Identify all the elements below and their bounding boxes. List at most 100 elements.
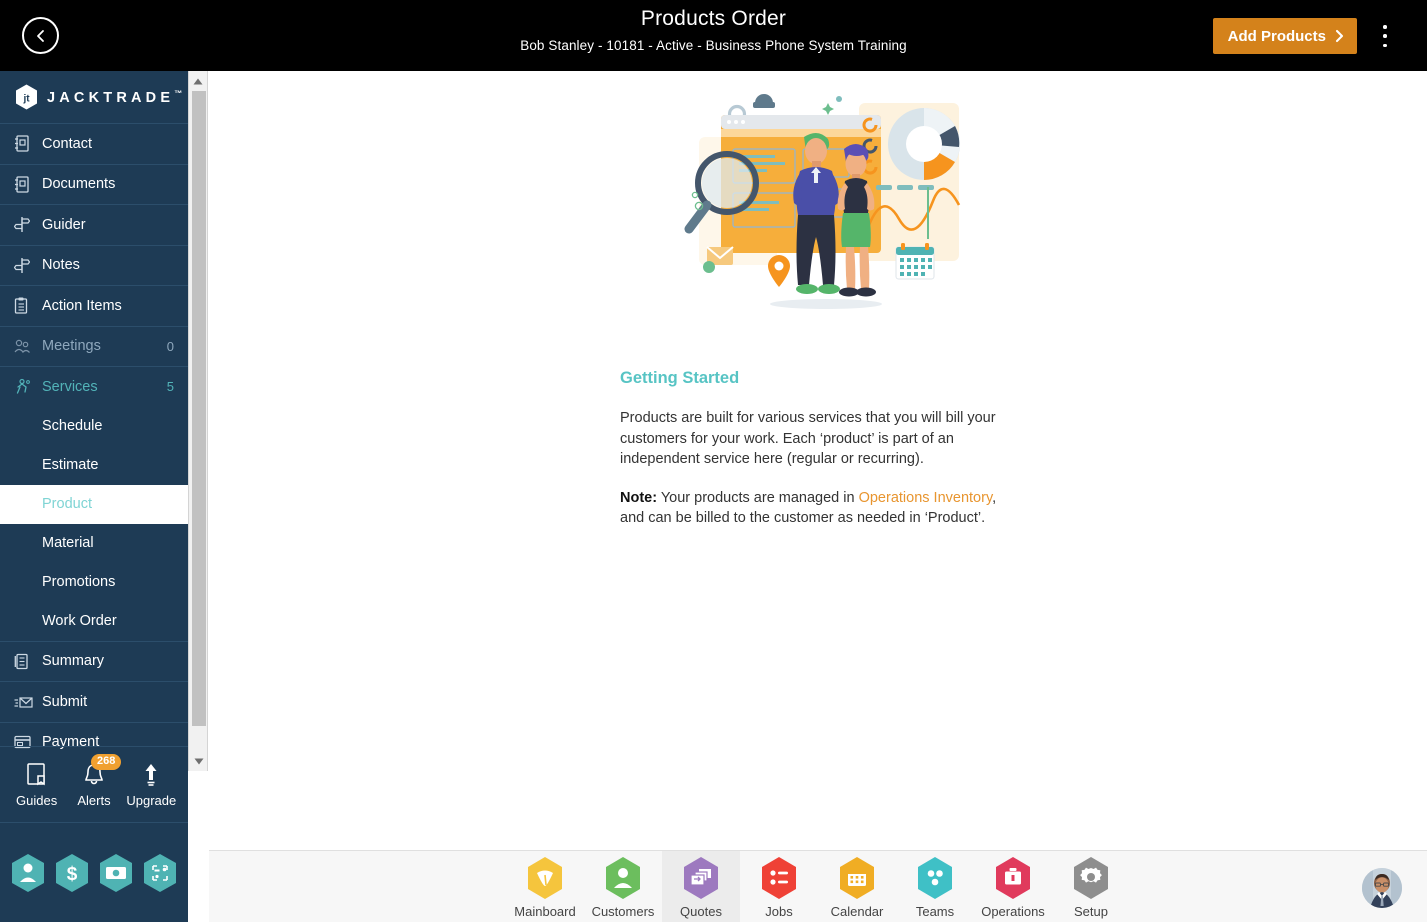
brand-logo[interactable]: jt JACKTRADE™ bbox=[0, 71, 188, 123]
scrollbar-thumb[interactable] bbox=[192, 91, 206, 726]
book-icon bbox=[26, 762, 45, 785]
sidebar-hex-shortcuts: $ bbox=[0, 823, 188, 922]
sidebar-nav: Contact Documents Guider Notes Action It… bbox=[0, 123, 188, 798]
sidebar-subitem-schedule[interactable]: Schedule bbox=[0, 407, 188, 446]
scroll-down-arrow-icon bbox=[194, 758, 204, 764]
alerts-label: Alerts bbox=[77, 792, 111, 808]
services-icon bbox=[14, 378, 36, 395]
sidebar-subitem-label: Work Order bbox=[42, 613, 117, 629]
sidebar: jt JACKTRADE™ Contact Documents Guider N… bbox=[0, 71, 188, 922]
sidebar-quick-actions: Guides 268 Alerts Upgrade bbox=[0, 746, 188, 823]
tab-mainboard[interactable]: Mainboard bbox=[506, 851, 584, 922]
jacktrade-hex-icon: jt bbox=[16, 84, 37, 110]
alerts-button[interactable]: 268 Alerts bbox=[67, 753, 122, 808]
chevron-right-icon bbox=[1335, 29, 1344, 43]
tab-quotes[interactable]: Quotes bbox=[662, 851, 740, 922]
sidebar-item-contact[interactable]: Contact bbox=[0, 123, 188, 164]
operations-hex-icon bbox=[996, 856, 1030, 899]
kebab-dot bbox=[1383, 34, 1387, 38]
add-products-button[interactable]: Add Products bbox=[1212, 18, 1357, 54]
note-before: Your products are managed in bbox=[657, 489, 859, 506]
scroll-down-button[interactable] bbox=[189, 751, 209, 771]
sidebar-item-guider[interactable]: Guider bbox=[0, 204, 188, 245]
scroll-up-button[interactable] bbox=[189, 71, 207, 91]
tab-label: Setup bbox=[1074, 903, 1108, 919]
sidebar-item-count: 0 bbox=[166, 338, 174, 354]
clipboard-icon bbox=[14, 297, 36, 314]
documents-icon bbox=[14, 176, 36, 193]
svg-text:jt: jt bbox=[22, 94, 30, 105]
customers-hex-icon bbox=[606, 856, 640, 899]
sidebar-scrollbar[interactable] bbox=[188, 71, 208, 771]
jobs-hex-icon bbox=[762, 856, 796, 899]
app-root: Products Order Bob Stanley - 10181 - Act… bbox=[0, 0, 1427, 922]
person-hex-icon[interactable] bbox=[10, 853, 46, 893]
sidebar-subitem-label: Product bbox=[42, 496, 92, 512]
workflow-hex-icon[interactable] bbox=[142, 853, 178, 893]
tab-label: Calendar bbox=[830, 903, 884, 919]
overflow-menu-button[interactable] bbox=[1375, 22, 1395, 50]
intro-paragraph: Products are built for various services … bbox=[620, 410, 996, 467]
svg-text:$: $ bbox=[67, 864, 78, 885]
sidebar-item-label: Contact bbox=[42, 135, 92, 152]
add-products-label: Add Products bbox=[1227, 27, 1326, 45]
setup-hex-icon bbox=[1074, 856, 1108, 899]
tab-label: Teams bbox=[915, 903, 955, 919]
kebab-dot bbox=[1383, 43, 1387, 47]
tab-customers[interactable]: Customers bbox=[584, 851, 662, 922]
avatar-photo bbox=[1362, 868, 1402, 908]
sidebar-subitem-label: Schedule bbox=[42, 418, 103, 434]
scroll-up-arrow-icon bbox=[193, 78, 203, 84]
sidebar-item-meetings[interactable]: Meetings 0 bbox=[0, 325, 188, 367]
upgrade-button[interactable]: Upgrade bbox=[124, 762, 178, 808]
sidebar-item-services[interactable]: Services 5 bbox=[0, 366, 188, 407]
tab-teams[interactable]: Teams bbox=[896, 851, 974, 922]
bottom-nav-bar: Mainboard Customers Quotes Jobs Calendar… bbox=[209, 850, 1427, 922]
sidebar-subitem-promotions[interactable]: Promotions bbox=[0, 563, 188, 602]
people-dashboard-analytics-illustration bbox=[684, 94, 961, 309]
sidebar-subitem-product[interactable]: Product bbox=[0, 484, 188, 524]
tab-jobs[interactable]: Jobs bbox=[740, 851, 818, 922]
guides-button[interactable]: Guides bbox=[10, 762, 64, 808]
sidebar-subitem-label: Material bbox=[42, 535, 94, 551]
upgrade-label: Upgrade bbox=[126, 792, 177, 808]
tab-label: Mainboard bbox=[514, 903, 576, 919]
sidebar-subitem-estimate[interactable]: Estimate bbox=[0, 446, 188, 485]
sidebar-subitem-work-order[interactable]: Work Order bbox=[0, 602, 188, 641]
mainboard-hex-icon bbox=[528, 856, 562, 899]
operations-inventory-link[interactable]: Operations Inventory bbox=[859, 490, 993, 506]
sidebar-item-label: Guider bbox=[42, 216, 86, 233]
tab-label: Jobs bbox=[765, 903, 793, 919]
top-bar: Products Order Bob Stanley - 10181 - Act… bbox=[0, 0, 1427, 71]
sidebar-item-submit[interactable]: Submit bbox=[0, 681, 188, 722]
kebab-dot bbox=[1383, 25, 1387, 29]
sidebar-item-label: Notes bbox=[42, 257, 80, 274]
sidebar-item-action-items[interactable]: Action Items bbox=[0, 285, 188, 326]
note-label: Note: bbox=[620, 489, 658, 506]
meetings-icon bbox=[14, 338, 36, 354]
bottom-tabs: Mainboard Customers Quotes Jobs Calendar… bbox=[209, 851, 1427, 922]
quotes-hex-icon bbox=[684, 856, 718, 899]
brand-name: JACKTRADE™ bbox=[47, 88, 183, 106]
tab-operations[interactable]: Operations bbox=[974, 851, 1052, 922]
sidebar-subitem-material[interactable]: Material bbox=[0, 524, 188, 563]
alerts-badge: 268 bbox=[90, 753, 122, 770]
getting-started-heading: Getting Started bbox=[620, 369, 740, 387]
sidebar-item-summary[interactable]: Summary bbox=[0, 640, 188, 682]
submit-mail-icon bbox=[14, 695, 36, 709]
teams-hex-icon bbox=[918, 856, 952, 899]
tab-setup[interactable]: Setup bbox=[1052, 851, 1130, 922]
money-hex-icon[interactable] bbox=[98, 853, 134, 893]
dollar-hex-icon[interactable]: $ bbox=[54, 853, 90, 893]
tab-calendar[interactable]: Calendar bbox=[818, 851, 896, 922]
sidebar-item-notes[interactable]: Notes bbox=[0, 244, 188, 286]
sidebar-subitem-label: Promotions bbox=[42, 574, 116, 590]
user-profile-avatar[interactable] bbox=[1362, 868, 1402, 908]
sidebar-item-label: Summary bbox=[42, 653, 105, 670]
sidebar-item-label: Meetings bbox=[42, 338, 101, 355]
summary-icon bbox=[14, 653, 36, 670]
tab-label: Customers bbox=[591, 903, 655, 919]
guides-label: Guides bbox=[16, 792, 58, 808]
sidebar-item-documents[interactable]: Documents bbox=[0, 163, 188, 205]
sidebar-item-label: Action Items bbox=[42, 297, 122, 314]
